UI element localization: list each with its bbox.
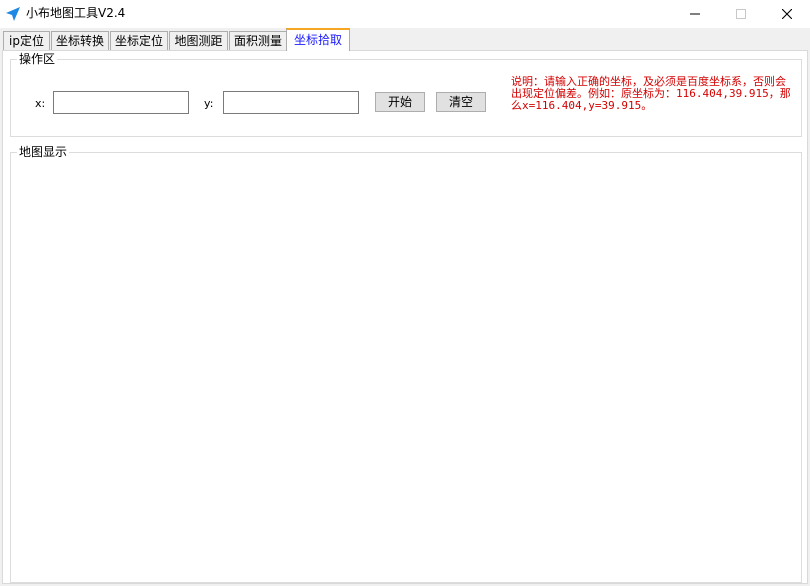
tab-ip-location[interactable]: ip定位 bbox=[3, 31, 50, 50]
tab-coordinate-convert[interactable]: 坐标转换 bbox=[51, 31, 109, 50]
maximize-icon bbox=[736, 9, 746, 19]
map-legend: 地图显示 bbox=[17, 145, 70, 159]
map-display-group[interactable]: 地图显示 bbox=[10, 145, 802, 583]
start-button[interactable]: 开始 bbox=[375, 92, 425, 112]
y-input[interactable] bbox=[223, 91, 359, 114]
tab-page-coordinate-pick: 操作区 x: y: 开始 清空 说明：请输入正确的坐标，及必须是百度坐标系，否则… bbox=[2, 50, 808, 584]
tab-coordinate-pick[interactable]: 坐标拾取 bbox=[286, 28, 350, 51]
tab-area-measure[interactable]: 面积测量 bbox=[229, 31, 287, 50]
tab-coordinate-locate[interactable]: 坐标定位 bbox=[110, 31, 168, 50]
operation-group: 操作区 x: y: 开始 清空 说明：请输入正确的坐标，及必须是百度坐标系，否则… bbox=[10, 52, 802, 137]
x-label: x: bbox=[35, 97, 46, 110]
maximize-button[interactable] bbox=[718, 0, 764, 28]
instruction-note: 说明：请输入正确的坐标，及必须是百度坐标系，否则会出现定位偏差。例如：原坐标为：… bbox=[511, 75, 791, 112]
app-window: 小布地图工具V2.4 ip定位 坐标转换 坐标定位 地图测距 面积测量 坐标拾取… bbox=[0, 0, 810, 586]
window-title: 小布地图工具V2.4 bbox=[26, 6, 126, 20]
minimize-button[interactable] bbox=[672, 0, 718, 28]
x-input[interactable] bbox=[53, 91, 189, 114]
operation-legend: 操作区 bbox=[17, 52, 58, 66]
minimize-icon bbox=[690, 13, 700, 15]
tab-strip: ip定位 坐标转换 坐标定位 地图测距 面积测量 坐标拾取 bbox=[0, 28, 810, 51]
close-button[interactable] bbox=[764, 0, 810, 28]
navigation-arrow-icon bbox=[5, 6, 21, 22]
close-icon bbox=[782, 9, 792, 19]
clear-button[interactable]: 清空 bbox=[436, 92, 486, 112]
y-label: y: bbox=[204, 97, 214, 110]
title-bar[interactable]: 小布地图工具V2.4 bbox=[0, 0, 810, 28]
tab-map-distance[interactable]: 地图测距 bbox=[169, 31, 228, 50]
